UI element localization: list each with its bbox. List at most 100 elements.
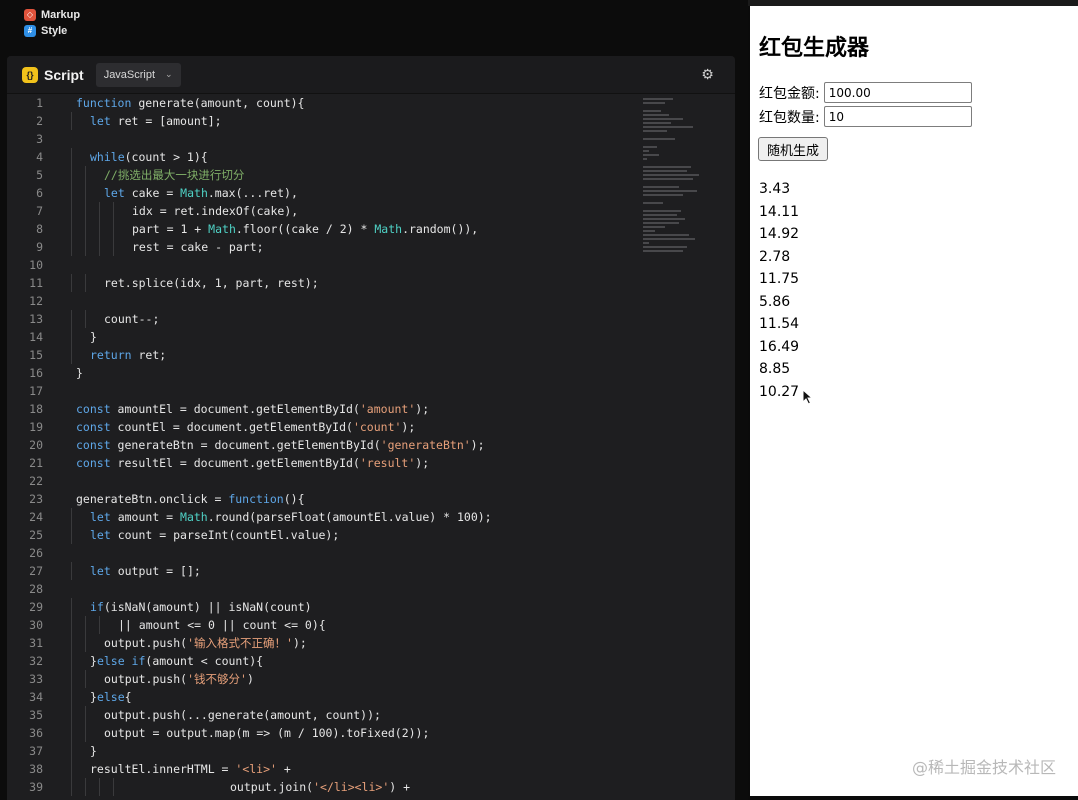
code-text: }else if(amount < count){ bbox=[90, 654, 264, 668]
code-editor[interactable]: 1 function generate(amount, count){ 2 let r… bbox=[7, 94, 735, 800]
code-line: 9 rest = cake - part; bbox=[7, 238, 735, 256]
code-line: 24 let amount = Math.round(parseFloat(amo… bbox=[7, 508, 735, 526]
count-input[interactable] bbox=[823, 106, 972, 127]
result-item: 16.49 bbox=[759, 338, 800, 355]
code-text: const generateBtn = document.getElementB… bbox=[76, 438, 485, 452]
indent-guide bbox=[71, 220, 72, 238]
code-line: 22 bbox=[7, 472, 735, 490]
code-line: 2 let ret = [amount]; bbox=[7, 112, 735, 130]
code-line: 6 let cake = Math.max(...ret), bbox=[7, 184, 735, 202]
code-text: resultEl.innerHTML = '<li>' + bbox=[90, 762, 291, 776]
indent-guide bbox=[85, 706, 86, 724]
code-line: 14} bbox=[7, 328, 735, 346]
gear-icon[interactable]: ⚙ bbox=[700, 67, 715, 82]
code-text: let output = []; bbox=[90, 564, 201, 578]
indent-guide bbox=[85, 724, 86, 742]
indent-guide bbox=[85, 634, 86, 652]
line-number: 16 bbox=[29, 366, 43, 380]
code-text: output = output.map(m => (m / 100).toFix… bbox=[104, 726, 430, 740]
code-line: 16} bbox=[7, 364, 735, 382]
code-line: 12 bbox=[7, 292, 735, 310]
line-number: 37 bbox=[29, 744, 43, 758]
code-text: function generate(amount, count){ bbox=[76, 96, 305, 110]
code-text: let ret = [amount]; bbox=[90, 114, 222, 128]
editor-area: ◇ Markup # Style {} Script JavaScript ⌄ … bbox=[0, 0, 748, 800]
indent-guide bbox=[71, 238, 72, 256]
code-text: if(isNaN(amount) || isNaN(count) bbox=[90, 600, 312, 614]
line-number: 2 bbox=[36, 114, 43, 128]
indent-guide bbox=[71, 652, 72, 670]
result-item: 14.92 bbox=[759, 226, 800, 242]
code-text: } bbox=[90, 330, 97, 344]
line-number: 38 bbox=[29, 762, 43, 776]
line-number: 24 bbox=[29, 510, 43, 524]
result-item: 14.11 bbox=[759, 203, 800, 220]
amount-input[interactable] bbox=[823, 82, 972, 103]
code-line: 11 ret.splice(idx, 1, part, rest); bbox=[7, 274, 735, 292]
result-item: 2.78 bbox=[759, 248, 791, 265]
indent-guide bbox=[85, 616, 86, 634]
tab-markup-label: Markup bbox=[41, 9, 81, 21]
indent-guide bbox=[71, 148, 72, 166]
indent-guide bbox=[71, 760, 72, 778]
code-line: 4 while(count > 1){ bbox=[7, 148, 735, 166]
line-number: 12 bbox=[29, 294, 43, 308]
indent-guide bbox=[71, 742, 72, 760]
line-number: 26 bbox=[29, 546, 43, 560]
line-number: 19 bbox=[29, 420, 43, 434]
indent-guide bbox=[71, 634, 72, 652]
tab-style[interactable]: # Style bbox=[24, 24, 67, 38]
html-icon: ◇ bbox=[24, 9, 36, 21]
preview-pane: 红包生成器 红包金额: 红包数量: 随机生成 3.43 14.11 14.92 2.7… bbox=[750, 6, 1078, 796]
code-text: generateBtn.onclick = function(){ bbox=[76, 492, 305, 506]
indent-guide bbox=[71, 166, 72, 184]
code-line: 1 function generate(amount, count){ bbox=[7, 94, 735, 112]
line-number: 14 bbox=[29, 330, 43, 344]
line-number: 36 bbox=[29, 726, 43, 740]
code-line: 34}else{ bbox=[7, 688, 735, 706]
result-item: 11.54 bbox=[759, 316, 800, 332]
code-line: 31 output.push('输入格式不正确！'); bbox=[7, 634, 735, 652]
line-number: 4 bbox=[36, 150, 43, 164]
line-number: 28 bbox=[29, 582, 43, 596]
line-number: 34 bbox=[29, 690, 43, 704]
code-line: 18 const amountEl = document.getElementBy… bbox=[7, 400, 735, 418]
code-line: 33 output.push('钱不够分') bbox=[7, 670, 735, 688]
line-number: 21 bbox=[29, 456, 43, 470]
code-text: //挑选出最大一块进行切分 bbox=[104, 168, 245, 182]
indent-guide bbox=[99, 616, 100, 634]
indent-guide bbox=[71, 202, 72, 220]
line-number: 33 bbox=[29, 672, 43, 686]
code-text: return ret; bbox=[90, 348, 167, 362]
code-line: 29 if(isNaN(amount) || isNaN(count) bbox=[7, 598, 735, 616]
script-panel-header: {} Script JavaScript ⌄ ⚙ bbox=[7, 56, 735, 94]
line-number: 32 bbox=[29, 654, 43, 668]
tab-markup[interactable]: ◇ Markup bbox=[24, 8, 80, 22]
result-item: 8.85 bbox=[759, 361, 791, 377]
script-panel: {} Script JavaScript ⌄ ⚙ 1 function gener… bbox=[7, 56, 735, 800]
code-line: 7 idx = ret.indexOf(cake), bbox=[7, 202, 735, 220]
result-item: 3.43 bbox=[759, 181, 791, 197]
line-number: 8 bbox=[36, 222, 43, 236]
watermark: @稀土掘金技术社区 bbox=[911, 758, 1056, 777]
indent-guide bbox=[113, 238, 114, 256]
code-text: output.push('钱不够分') bbox=[104, 672, 254, 686]
indent-guide bbox=[71, 184, 72, 202]
code-text: let cake = Math.max(...ret), bbox=[104, 186, 298, 200]
indent-guide bbox=[85, 778, 86, 796]
code-line: 37} bbox=[7, 742, 735, 760]
generate-button[interactable]: 随机生成 bbox=[758, 137, 829, 161]
line-number: 1 bbox=[36, 96, 43, 110]
indent-guide bbox=[71, 274, 72, 292]
line-number: 10 bbox=[29, 258, 43, 272]
indent-guide bbox=[71, 598, 72, 616]
language-select[interactable]: JavaScript ⌄ bbox=[95, 62, 181, 87]
script-panel-title: Script bbox=[44, 66, 84, 83]
code-line: 15 return ret; bbox=[7, 346, 735, 364]
code-line: 3 bbox=[7, 130, 735, 148]
line-number: 3 bbox=[36, 132, 43, 146]
indent-guide bbox=[71, 526, 72, 544]
result-item: 5.86 bbox=[759, 293, 791, 310]
code-text: const resultEl = document.getElementById… bbox=[76, 456, 430, 470]
code-text: let count = parseInt(countEl.value); bbox=[90, 528, 340, 542]
